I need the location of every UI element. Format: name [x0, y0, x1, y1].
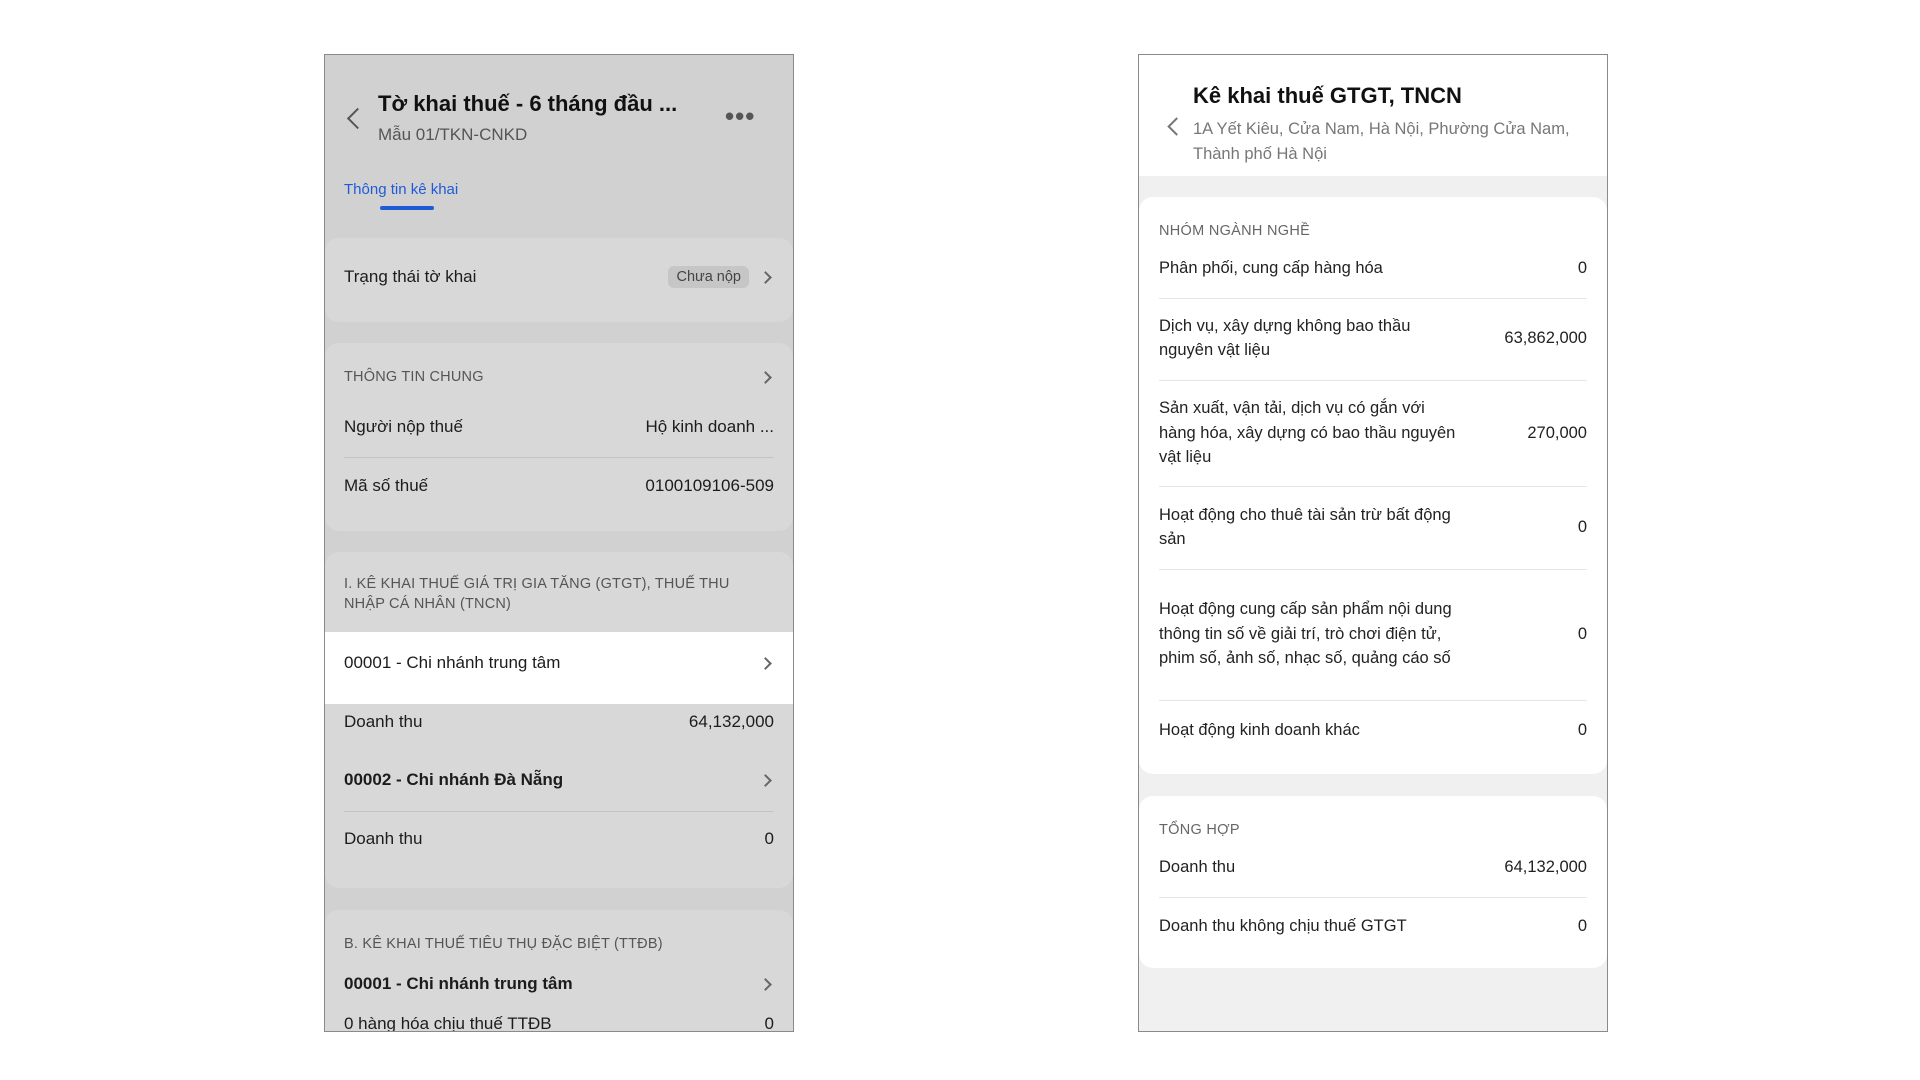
- divider: [1159, 569, 1587, 570]
- general-info-header[interactable]: THÔNG TIN CHUNG: [344, 367, 774, 387]
- business-address: 1A Yết Kiêu, Cửa Nam, Hà Nội, Phường Cửa…: [1193, 120, 1570, 163]
- header: Kê khai thuế GTGT, TNCN 1A Yết Kiêu, Cửa…: [1139, 55, 1607, 176]
- industry-label: Hoạt động cung cấp sản phẩm nội dung thô…: [1159, 600, 1452, 668]
- page-title: Kê khai thuế GTGT, TNCN: [1193, 83, 1462, 108]
- revenue-label: Doanh thu: [344, 712, 423, 731]
- industry-value: 0: [1577, 517, 1587, 536]
- divider: [1159, 897, 1587, 898]
- taxpayer-label: Người nộp thuế: [344, 417, 463, 436]
- ttdb-section-heading: B. KÊ KHAI THUẾ TIÊU THỤ ĐẶC BIỆT (TTĐB): [344, 936, 663, 952]
- divider: [344, 457, 774, 458]
- summary-value: 64,132,000: [1504, 857, 1587, 876]
- revenue-2-row: Doanh thu 0: [344, 829, 774, 849]
- industry-value: 0: [1577, 624, 1587, 643]
- divider: [1159, 380, 1587, 381]
- branch-2-row[interactable]: 00002 - Chi nhánh Đà Nẵng: [344, 770, 774, 790]
- back-arrow-icon[interactable]: [346, 107, 369, 130]
- industry-label: Phân phối, cung cấp hàng hóa: [1159, 258, 1383, 277]
- branch-1-label: 00001 - Chi nhánh trung tâm: [344, 653, 561, 672]
- chevron-right-icon: [759, 370, 772, 384]
- form-code: Mẫu 01/TKN-CNKD: [378, 125, 528, 144]
- summary-label: Doanh thu: [1159, 857, 1236, 876]
- industry-row: Hoạt động cho thuê tài sản trừ bất động …: [1159, 502, 1587, 552]
- industry-label: Dịch vụ, xây dựng không bao thầu nguyên …: [1159, 316, 1411, 360]
- ttdb-branch-1-row[interactable]: 00001 - Chi nhánh trung tâm: [344, 974, 774, 994]
- back-arrow-icon[interactable]: [1167, 117, 1186, 136]
- tab-declaration-info[interactable]: Thông tin kê khai: [344, 181, 458, 198]
- status-badge: Chưa nộp: [668, 266, 749, 288]
- summary-card: TỔNG HỢP Doanh thu 64,132,000 Doanh thu …: [1139, 796, 1607, 968]
- tax-code-value: 0100109106-509: [645, 476, 774, 495]
- tab-bar: Thông tin kê khai: [325, 170, 793, 216]
- industry-value: 0: [1577, 720, 1587, 739]
- more-options-icon[interactable]: •••: [725, 103, 755, 129]
- chevron-right-icon: [759, 977, 772, 991]
- chevron-right-icon: [759, 270, 772, 284]
- industry-group-card: NHÓM NGÀNH NGHỀ Phân phối, cung cấp hàng…: [1139, 197, 1607, 774]
- branch-1-label: 00001 - Chi nhánh trung tâm: [344, 974, 573, 993]
- industry-row: Sản xuất, vận tải, dịch vụ có gắn với hà…: [1159, 396, 1587, 470]
- ttdb-goods-value: 0: [764, 1014, 774, 1032]
- industry-group-heading: NHÓM NGÀNH NGHỀ: [1159, 223, 1311, 239]
- chevron-right-icon: [759, 656, 772, 670]
- industry-label: Sản xuất, vận tải, dịch vụ có gắn với hà…: [1159, 399, 1456, 467]
- industry-row: Dịch vụ, xây dựng không bao thầu nguyên …: [1159, 313, 1587, 363]
- ttdb-goods-label: 0 hàng hóa chịu thuế TTĐB: [344, 1014, 552, 1032]
- tax-code-label: Mã số thuế: [344, 476, 429, 495]
- vat-pit-declaration-screen: Kê khai thuế GTGT, TNCN 1A Yết Kiêu, Cửa…: [1138, 54, 1608, 1032]
- summary-row: Doanh thu không chịu thuế GTGT 0: [1159, 911, 1587, 941]
- revenue-1-row: Doanh thu 64,132,000: [344, 712, 774, 732]
- page-title: Tờ khai thuế - 6 tháng đầu ...: [378, 91, 678, 116]
- industry-row: Hoạt động kinh doanh khác 0: [1159, 715, 1587, 745]
- taxpayer-value: Hộ kinh doanh ...: [645, 417, 774, 436]
- industry-label: Hoạt động cho thuê tài sản trừ bất động …: [1159, 505, 1451, 549]
- summary-heading: TỔNG HỢP: [1159, 822, 1240, 838]
- industry-row: Hoạt động cung cấp sản phẩm nội dung thô…: [1159, 585, 1587, 683]
- taxpayer-row: Người nộp thuế Hộ kinh doanh ...: [344, 417, 774, 437]
- ttdb-section-card: B. KÊ KHAI THUẾ TIÊU THỤ ĐẶC BIỆT (TTĐB)…: [325, 910, 793, 1032]
- summary-label: Doanh thu không chịu thuế GTGT: [1159, 916, 1407, 935]
- divider: [1159, 298, 1587, 299]
- industry-value: 0: [1577, 258, 1587, 277]
- branch-2-label: 00002 - Chi nhánh Đà Nẵng: [344, 770, 564, 789]
- summary-row: Doanh thu 64,132,000: [1159, 852, 1587, 882]
- status-label: Trạng thái tờ khai: [344, 267, 477, 286]
- vat-section-heading: I. KÊ KHAI THUẾ GIÁ TRỊ GIA TĂNG (GTGT),…: [344, 576, 730, 612]
- chevron-right-icon: [759, 773, 772, 787]
- branch-1-row[interactable]: 00001 - Chi nhánh trung tâm: [344, 653, 774, 673]
- tax-code-row: Mã số thuế 0100109106-509: [344, 476, 774, 496]
- industry-label: Hoạt động kinh doanh khác: [1159, 720, 1360, 739]
- summary-value: 0: [1577, 916, 1587, 935]
- tab-indicator: [380, 206, 434, 210]
- divider: [344, 811, 774, 812]
- industry-row: Phân phối, cung cấp hàng hóa 0: [1159, 253, 1587, 283]
- revenue-label: Doanh thu: [344, 829, 423, 848]
- divider: [1159, 486, 1587, 487]
- status-card[interactable]: Trạng thái tờ khai Chưa nộp: [325, 238, 793, 322]
- divider: [1159, 700, 1587, 701]
- revenue-value: 0: [764, 829, 774, 848]
- industry-value: 63,862,000: [1504, 328, 1587, 347]
- industry-value: 270,000: [1527, 423, 1587, 442]
- vat-section-card: I. KÊ KHAI THUẾ GIÁ TRỊ GIA TĂNG (GTGT),…: [325, 552, 793, 888]
- tax-return-screen: Tờ khai thuế - 6 tháng đầu ... Mẫu 01/TK…: [324, 54, 794, 1032]
- revenue-value: 64,132,000: [688, 712, 774, 731]
- general-info-card: THÔNG TIN CHUNG Người nộp thuế Hộ kinh d…: [325, 343, 793, 531]
- ttdb-goods-row: 0 hàng hóa chịu thuế TTĐB 0: [344, 1014, 774, 1032]
- header: Tờ khai thuế - 6 tháng đầu ... Mẫu 01/TK…: [325, 55, 793, 170]
- general-info-heading: THÔNG TIN CHUNG: [344, 369, 484, 385]
